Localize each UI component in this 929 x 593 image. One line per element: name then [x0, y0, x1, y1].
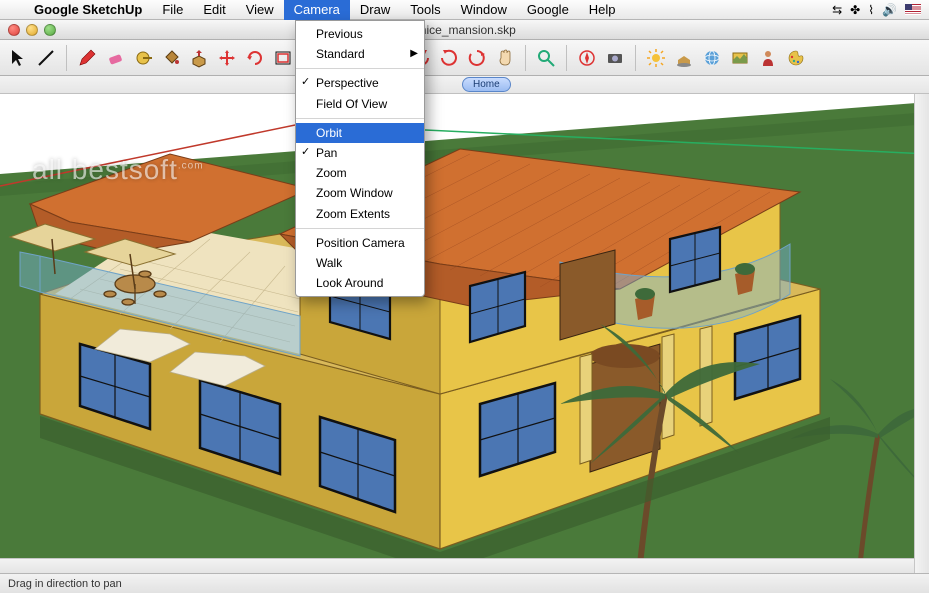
menu-item-look-around[interactable]: Look Around [296, 273, 424, 293]
minimize-button[interactable] [26, 24, 38, 36]
sun-tool[interactable] [644, 46, 668, 70]
wifi-icon[interactable]: ⌇ [868, 3, 874, 17]
menu-item-previous[interactable]: Previous [296, 24, 424, 44]
status-hint: Drag in direction to pan [8, 578, 122, 590]
camera-tool[interactable] [603, 46, 627, 70]
menu-camera[interactable]: Camera [284, 0, 350, 20]
menu-draw[interactable]: Draw [350, 0, 400, 20]
menu-tools[interactable]: Tools [400, 0, 450, 20]
offset-tool[interactable] [271, 46, 295, 70]
menu-item-position-camera[interactable]: Position Camera [296, 233, 424, 253]
menu-item-zoom[interactable]: Zoom [296, 163, 424, 183]
status-bar: Drag in direction to pan [0, 573, 929, 593]
menu-item-walk[interactable]: Walk [296, 253, 424, 273]
vertical-scrollbar[interactable] [914, 94, 929, 573]
tape-measure-tool[interactable] [131, 46, 155, 70]
pencil-tool[interactable] [75, 46, 99, 70]
document-window: _nice_mansion.skp [0, 20, 929, 593]
check-icon: ✓ [301, 75, 310, 90]
home-tab[interactable]: Home [462, 77, 511, 92]
window-title: _nice_mansion.skp [413, 23, 516, 37]
shadow-tool[interactable] [672, 46, 696, 70]
select-tool[interactable] [6, 46, 30, 70]
app-name[interactable]: Google SketchUp [24, 2, 152, 17]
model-viewport[interactable]: all bestsoft.com [0, 94, 929, 573]
eraser-tool[interactable] [103, 46, 127, 70]
rotate-tool[interactable] [243, 46, 267, 70]
submenu-arrow-icon: ▶ [410, 47, 418, 61]
menu-item-pan[interactable]: ✓Pan [296, 143, 424, 163]
flag-icon[interactable] [905, 4, 921, 15]
window-titlebar[interactable]: _nice_mansion.skp [0, 20, 929, 40]
paint-bucket-tool[interactable] [159, 46, 183, 70]
menu-separator [296, 118, 424, 119]
menu-file[interactable]: File [152, 0, 193, 20]
menu-item-orbit[interactable]: Orbit [296, 123, 424, 143]
volume-icon[interactable]: 🔊 [882, 3, 897, 17]
toolbar-separator [566, 45, 567, 71]
menu-separator [296, 68, 424, 69]
magnifier-tool[interactable] [534, 46, 558, 70]
line-tool[interactable] [34, 46, 58, 70]
menu-item-zoom-window[interactable]: Zoom Window [296, 183, 424, 203]
menu-window[interactable]: Window [451, 0, 517, 20]
horizontal-scrollbar[interactable] [0, 558, 914, 573]
switch-icon[interactable]: ⇆ [832, 3, 842, 17]
globe-tool[interactable] [700, 46, 724, 70]
menu-view[interactable]: View [236, 0, 284, 20]
menu-item-zoom-extents[interactable]: Zoom Extents [296, 204, 424, 224]
scene-illustration [0, 94, 929, 573]
menu-edit[interactable]: Edit [193, 0, 235, 20]
person-tool[interactable] [756, 46, 780, 70]
traffic-lights [0, 24, 56, 36]
mac-menubar: Google SketchUp File Edit View Camera Dr… [0, 0, 929, 20]
menu-google[interactable]: Google [517, 0, 579, 20]
menu-separator [296, 228, 424, 229]
menu-help[interactable]: Help [579, 0, 626, 20]
hand-tool[interactable] [493, 46, 517, 70]
main-toolbar [0, 40, 929, 76]
toolbar-separator [66, 45, 67, 71]
push-pull-tool[interactable] [187, 46, 211, 70]
toolbar-separator [635, 45, 636, 71]
menubar-system-tray: ⇆ ✤ ⌇ 🔊 [832, 3, 929, 17]
close-button[interactable] [8, 24, 20, 36]
panorama-tool[interactable] [728, 46, 752, 70]
compass-tool[interactable] [575, 46, 599, 70]
camera-menu-popup: Previous Standard▶ ✓Perspective Field Of… [295, 20, 425, 297]
menu-item-field-of-view[interactable]: Field Of View [296, 94, 424, 114]
move-tool[interactable] [215, 46, 239, 70]
palette-tool[interactable] [784, 46, 808, 70]
forward-tool[interactable] [465, 46, 489, 70]
toolbar-separator [525, 45, 526, 71]
bluetooth-icon[interactable]: ✤ [850, 3, 860, 17]
scene-tabs-strip: Home [0, 76, 929, 94]
menu-item-standard[interactable]: Standard▶ [296, 44, 424, 64]
menu-item-perspective[interactable]: ✓Perspective [296, 73, 424, 93]
check-icon: ✓ [301, 145, 310, 160]
zoom-button[interactable] [44, 24, 56, 36]
play-tool[interactable] [437, 46, 461, 70]
